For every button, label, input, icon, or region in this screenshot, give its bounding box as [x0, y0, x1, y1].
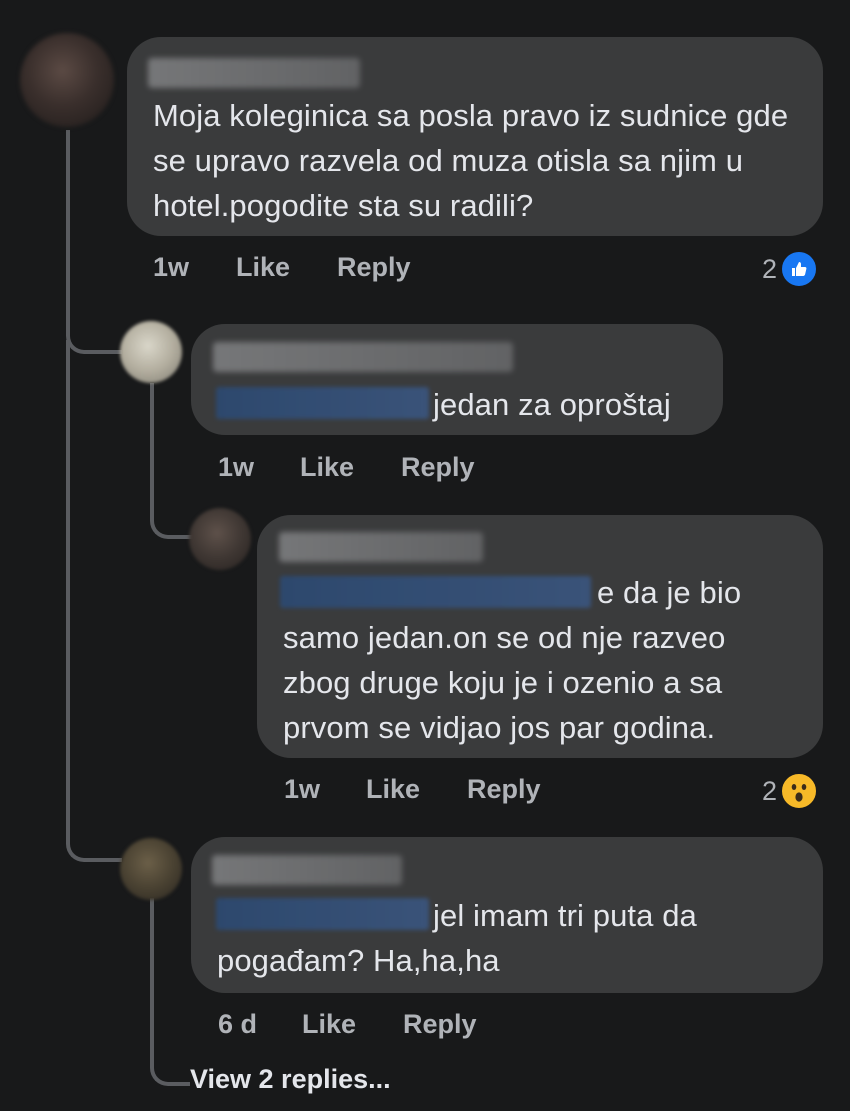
comment-actions: 1w Like Reply: [0, 452, 850, 488]
comment-time[interactable]: 6 d: [218, 1009, 257, 1040]
like-button[interactable]: Like: [236, 252, 290, 283]
comment-text: jedan za oproštaj: [433, 387, 671, 422]
wow-icon: [780, 772, 819, 810]
comment-text: pogađam? Ha,ha,ha: [217, 943, 500, 978]
like-button[interactable]: Like: [366, 774, 420, 805]
comment-time[interactable]: 1w: [218, 452, 254, 483]
avatar[interactable]: [120, 838, 182, 900]
reply-button[interactable]: Reply: [337, 252, 411, 283]
like-icon: [780, 250, 819, 288]
like-button[interactable]: Like: [300, 452, 354, 483]
reply-button[interactable]: Reply: [403, 1009, 477, 1040]
avatar[interactable]: [20, 33, 114, 127]
reaction-count: 2: [762, 253, 778, 284]
comment-actions: 1w Like Reply: [0, 252, 850, 288]
comment-time[interactable]: 1w: [284, 774, 320, 805]
comment-text: Moja koleginica sa posla pravo iz sudnic…: [153, 98, 789, 223]
reply-button[interactable]: Reply: [401, 452, 475, 483]
comment-actions: 6 d Like Reply: [0, 1009, 850, 1045]
author-name-blurred: [212, 855, 402, 885]
comment-text-line1: e da je bio: [597, 575, 742, 610]
reaction-summary[interactable]: 2: [762, 772, 819, 810]
comment-time[interactable]: 1w: [153, 252, 189, 283]
avatar[interactable]: [189, 508, 251, 570]
author-name-blurred: [148, 58, 360, 88]
like-button[interactable]: Like: [302, 1009, 356, 1040]
view-replies-link[interactable]: View 2 replies...: [190, 1064, 391, 1095]
reply-button[interactable]: Reply: [467, 774, 541, 805]
avatar[interactable]: [120, 321, 182, 383]
comment-actions: 1w Like Reply: [0, 774, 850, 810]
comment-text-line1: jel imam tri puta da: [433, 898, 697, 933]
mention-blurred[interactable]: [216, 387, 429, 419]
thread-line-reply3: [150, 898, 190, 1086]
mention-blurred[interactable]: [216, 898, 429, 930]
thread-line-main: [66, 130, 122, 354]
author-name-blurred: [213, 342, 513, 372]
comment-text: samo jedan.on se od nje razveo zbog drug…: [283, 620, 726, 745]
reaction-summary[interactable]: 2: [762, 250, 819, 288]
author-name-blurred: [279, 532, 483, 562]
reaction-count: 2: [762, 775, 778, 806]
mention-blurred[interactable]: [280, 576, 591, 608]
